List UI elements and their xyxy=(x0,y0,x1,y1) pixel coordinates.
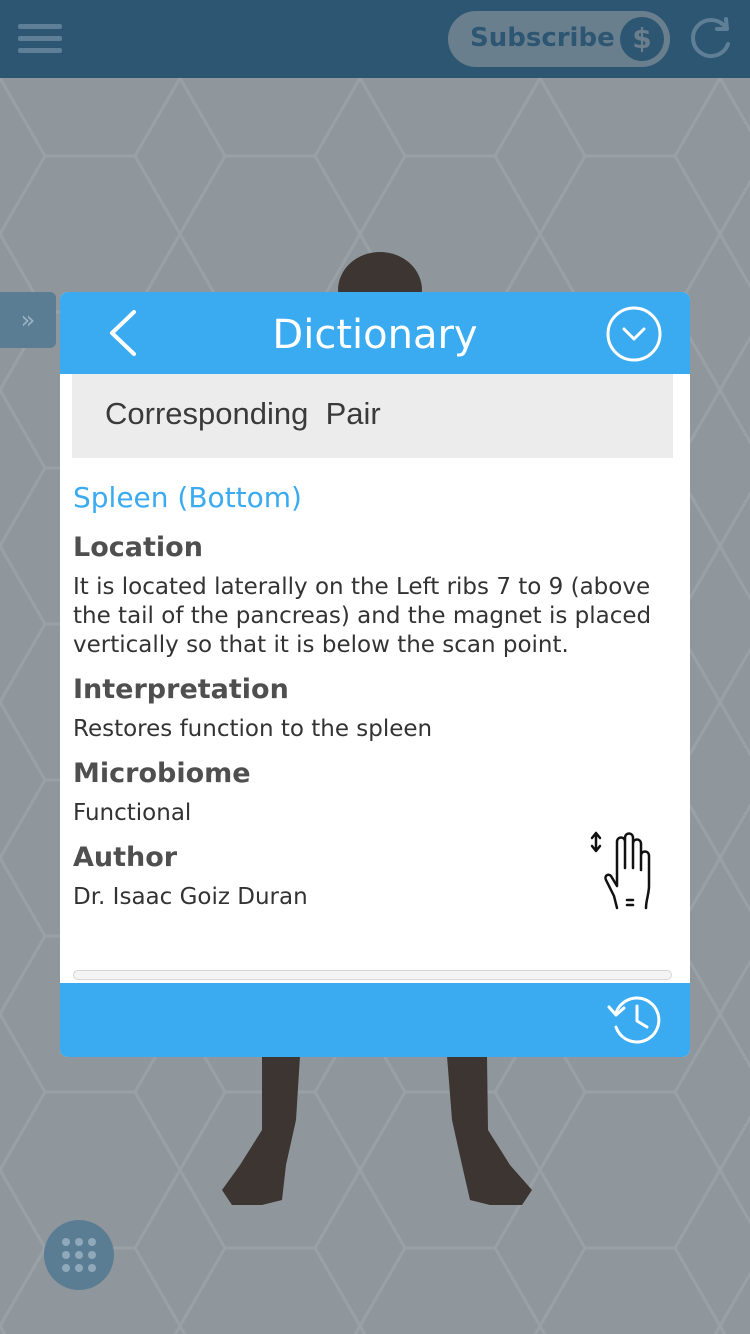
field-label-location: Location xyxy=(73,532,203,563)
chevron-down-circle-icon[interactable] xyxy=(606,306,662,362)
dollar-icon: $ xyxy=(620,17,664,61)
double-chevron-right-icon[interactable]: » xyxy=(0,292,56,348)
grid-dots-icon xyxy=(62,1238,96,1272)
subscribe-button[interactable]: Subscribe $ xyxy=(448,11,670,67)
field-value-microbiome: Functional xyxy=(73,800,192,826)
subscribe-label: Subscribe xyxy=(470,23,615,53)
dialog-header: Dictionary xyxy=(60,292,690,374)
history-icon[interactable] xyxy=(606,991,666,1049)
section-header: Corresponding Pair xyxy=(72,374,673,458)
top-bar: Subscribe $ xyxy=(0,0,750,78)
dictionary-dialog: Dictionary Corresponding Pair Spleen (Bo… xyxy=(60,292,690,1057)
field-label-author: Author xyxy=(73,842,178,873)
section-title: Corresponding Pair xyxy=(105,396,381,431)
chevron-left-icon[interactable] xyxy=(102,308,142,358)
field-value-location: It is located laterally on the Left ribs… xyxy=(73,574,652,658)
field-label-microbiome: Microbiome xyxy=(73,758,251,789)
entry-title: Spleen (Bottom) xyxy=(73,481,302,514)
refresh-icon[interactable] xyxy=(688,16,734,62)
field-value-interpretation: Restores function to the spleen xyxy=(73,716,433,742)
dialog-title: Dictionary xyxy=(272,312,478,358)
field-label-interpretation: Interpretation xyxy=(73,674,289,705)
entry-content: Spleen (Bottom) Location It is located l… xyxy=(73,480,653,924)
field-value-author: Dr. Isaac Goiz Duran xyxy=(73,884,308,910)
horizontal-scrollbar[interactable] xyxy=(73,970,672,980)
scroll-gesture-hand-icon xyxy=(590,831,651,910)
hamburger-icon[interactable] xyxy=(18,24,62,56)
grid-menu-button[interactable] xyxy=(44,1220,114,1290)
dialog-footer xyxy=(60,983,690,1057)
